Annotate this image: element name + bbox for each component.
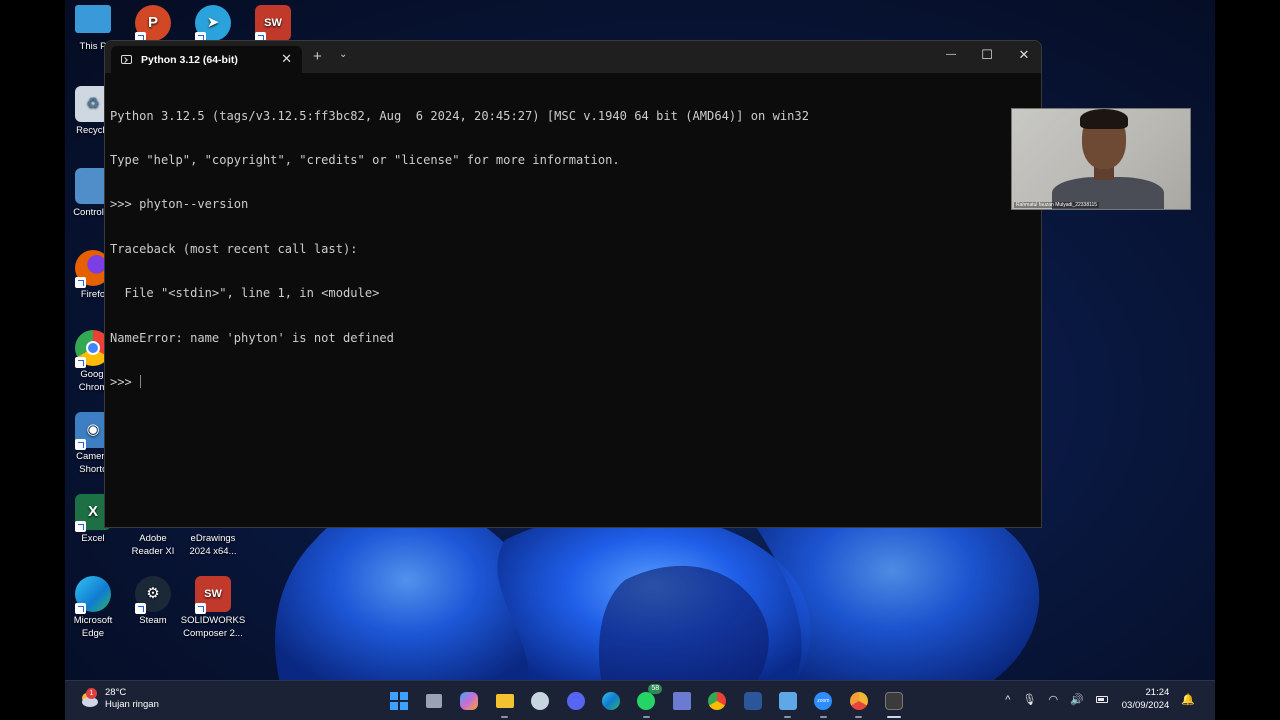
console-line: File "<stdin>", line 1, in <module> xyxy=(110,286,380,301)
tab-dropdown-button[interactable]: ⌄ xyxy=(339,49,347,60)
webcam-name-label: Rahmatul fauzan Mulyadi_22338115 xyxy=(1014,202,1100,208)
title-bar[interactable]: Python 3.12 (64-bit) ✕ + ⌄ — ☐ ✕ xyxy=(105,41,1041,73)
clock-time: 21:24 xyxy=(1145,687,1170,698)
person-hair xyxy=(1080,109,1128,129)
zoom-button[interactable]: zoom xyxy=(806,688,841,718)
terminal-tab-icon xyxy=(121,55,132,64)
taskbar: 1 28°C Hujan ringan 58 zoom ^ 🎙 ◠ 🔊 21:2 xyxy=(65,680,1215,720)
desktop-icon-solidworks[interactable]: SW xyxy=(238,5,308,44)
powerpoint-icon: P xyxy=(135,5,171,43)
console-output[interactable]: Python 3.12.5 (tags/v3.12.5:ff3bc82, Aug… xyxy=(110,79,1031,419)
file-explorer-button[interactable] xyxy=(487,688,522,718)
whatsapp-unread-badge: 58 xyxy=(648,684,663,694)
whatsapp-icon xyxy=(637,692,656,710)
word-icon xyxy=(743,692,762,710)
tab-python[interactable]: Python 3.12 (64-bit) ✕ xyxy=(111,46,302,73)
copilot-icon xyxy=(460,692,479,710)
weather-widget[interactable]: 1 28°C Hujan ringan xyxy=(79,687,159,711)
chrome-canary-icon xyxy=(849,692,868,710)
letterbox-right xyxy=(1215,0,1280,720)
whatsapp-button[interactable]: 58 xyxy=(629,684,664,718)
desktop-icon-label: SOLIDWORKS Composer 2... xyxy=(180,615,246,639)
desktop-icon-solidworks-composer[interactable]: SW SOLIDWORKS Composer 2... xyxy=(178,576,248,640)
maximize-button[interactable]: ☐ xyxy=(977,47,997,63)
network-map-button[interactable] xyxy=(770,688,805,718)
solidworks-composer-icon: SW xyxy=(195,576,231,614)
network-map-icon xyxy=(778,692,797,710)
edge-icon xyxy=(75,576,111,614)
console-line: Traceback (most recent call last): xyxy=(110,241,358,256)
weather-description: Hujan ringan xyxy=(105,699,159,710)
console-line: Python 3.12.5 (tags/v3.12.5:ff3bc82, Aug… xyxy=(110,108,809,123)
weather-alert-badge: 1 xyxy=(86,688,97,699)
dev-cpp-button[interactable] xyxy=(664,688,699,714)
clock[interactable]: 21:24 03/09/2024 xyxy=(1122,687,1170,712)
volume-icon[interactable]: 🔊 xyxy=(1070,693,1084,706)
start-icon xyxy=(389,692,408,710)
battery-icon[interactable] xyxy=(1095,696,1108,703)
taskbar-apps: 58 zoom xyxy=(381,684,912,718)
start-button[interactable] xyxy=(381,688,416,714)
tray-overflow-chevron-icon[interactable]: ^ xyxy=(1005,694,1010,706)
desktop-icon-edrawings[interactable]: eDrawings 2024 x64... xyxy=(178,533,248,558)
copilot-button[interactable] xyxy=(452,688,487,714)
edge-icon xyxy=(602,692,621,710)
letterbox-left xyxy=(0,0,65,720)
clock-date: 03/09/2024 xyxy=(1121,699,1170,711)
word-button[interactable] xyxy=(735,688,770,714)
steam-icon: ⚙ xyxy=(135,576,171,614)
temperature: 28°C xyxy=(105,687,127,698)
task-view-icon xyxy=(426,694,443,708)
monitor-icon xyxy=(75,5,111,33)
text-cursor xyxy=(140,374,142,388)
console-prompt-line[interactable]: >>> xyxy=(110,374,1031,390)
tab-title: Python 3.12 (64-bit) xyxy=(141,53,238,66)
edge-button[interactable] xyxy=(593,688,628,714)
new-tab-button[interactable]: + xyxy=(313,48,322,65)
chrome-canary-button[interactable] xyxy=(841,688,876,718)
dev-cpp-icon xyxy=(672,692,691,710)
steam-icon xyxy=(531,692,550,710)
tab-close-icon[interactable]: ✕ xyxy=(281,51,292,67)
terminal-icon xyxy=(885,692,904,710)
terminal-button[interactable] xyxy=(876,688,911,718)
console-line: Type "help", "copyright", "credits" or "… xyxy=(110,152,620,167)
system-tray: ^ 🎙 ◠ 🔊 21:24 03/09/2024 🔔 xyxy=(999,687,1201,712)
weather-icon: 1 xyxy=(79,688,99,709)
chrome-icon xyxy=(708,692,727,710)
steam-button[interactable] xyxy=(523,688,558,714)
file-explorer-icon xyxy=(495,694,514,708)
discord-button[interactable] xyxy=(558,688,593,714)
zoom-icon: zoom xyxy=(814,692,833,710)
zoom-logo-text: zoom xyxy=(817,698,830,704)
webcam-overlay: Rahmatul fauzan Mulyadi_22338115 xyxy=(1011,108,1191,210)
prompt: >>> xyxy=(110,374,140,389)
telegram-icon: ➤ xyxy=(195,5,231,43)
close-button[interactable]: ✕ xyxy=(1014,47,1034,63)
console-line: >>> phyton--version xyxy=(110,197,249,212)
minimize-button[interactable]: — xyxy=(941,49,961,60)
discord-icon xyxy=(566,692,585,710)
task-view-button[interactable] xyxy=(416,688,451,714)
notification-bell-icon[interactable]: 🔔 xyxy=(1181,693,1195,706)
solidworks-icon: SW xyxy=(255,5,291,43)
wifi-icon[interactable]: ◠ xyxy=(1048,693,1058,706)
microphone-icon[interactable]: 🎙 xyxy=(1022,693,1036,706)
chrome-button[interactable] xyxy=(700,688,735,714)
console-line: NameError: name 'phyton' is not defined xyxy=(110,330,394,345)
terminal-window[interactable]: Python 3.12 (64-bit) ✕ + ⌄ — ☐ ✕ Python … xyxy=(104,40,1042,528)
desktop-icon-label: eDrawings 2024 x64... xyxy=(189,533,237,557)
